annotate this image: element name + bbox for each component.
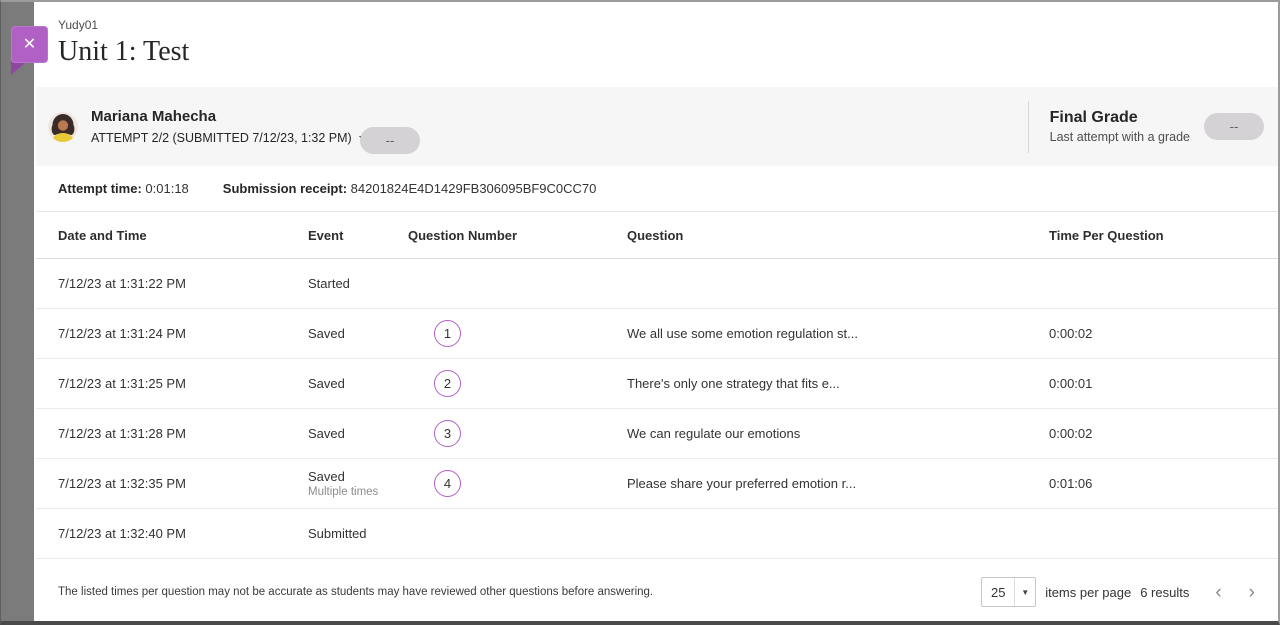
course-label: Yudy01 (58, 18, 1278, 32)
cell-time-per-question: 0:00:02 (1049, 426, 1262, 441)
bookmark-fold-icon (11, 62, 26, 75)
column-header-event: Event (308, 228, 408, 243)
cell-datetime: 7/12/23 at 1:31:22 PM (58, 276, 308, 291)
event-name: Submitted (308, 526, 408, 541)
cell-datetime: 7/12/23 at 1:31:24 PM (58, 326, 308, 341)
final-grade-label: Final Grade (1050, 109, 1190, 127)
student-name: Mariana Mahecha (91, 108, 367, 125)
table-row: 7/12/23 at 1:31:24 PMSaved 1 We all use so… (36, 309, 1278, 359)
submission-receipt-value: 84201824E4D1429FB306095BF9C0CC70 (351, 181, 597, 196)
cell-question-number: 1 (408, 320, 627, 347)
attempt-grade-pill[interactable]: -- (360, 127, 420, 154)
attempt-time-label: Attempt time: (58, 181, 142, 196)
cell-event: Submitted (308, 526, 408, 541)
final-grade-section: Final Grade Last attempt with a grade -- (1028, 101, 1266, 153)
table-row: 7/12/23 at 1:31:25 PMSaved 2 There's only … (36, 359, 1278, 409)
close-icon: ✕ (23, 37, 36, 53)
question-number-badge: 2 (434, 370, 461, 397)
disclaimer-text: The listed times per question may not be… (58, 586, 653, 598)
header: Yudy01 Unit 1: Test (36, 2, 1278, 87)
column-header-date: Date and Time (58, 228, 308, 243)
pagination: 25 ▼ items per page 6 results ‹ › (981, 577, 1264, 607)
event-name: Saved (308, 426, 408, 441)
close-panel-button[interactable]: ✕ (11, 26, 48, 63)
attempt-log-window: ✕ Yudy01 Unit 1: Test Mariana Mahecha (0, 0, 1280, 625)
cell-event: Saved (308, 426, 408, 441)
event-name: Saved (308, 469, 408, 484)
cell-question-number: 3 (408, 420, 627, 447)
question-number-badge: 1 (434, 320, 461, 347)
student-meta: Mariana Mahecha ATTEMPT 2/2 (SUBMITTED 7… (91, 108, 367, 145)
attempt-info-row: Attempt time: 0:01:18 Submission receipt… (36, 166, 1278, 212)
cell-datetime: 7/12/23 at 1:32:40 PM (58, 526, 308, 541)
results-count: 6 results (1140, 585, 1189, 600)
cell-event: Saved Multiple times (308, 469, 408, 498)
event-name: Saved (308, 376, 408, 391)
footer: The listed times per question may not be… (36, 559, 1278, 607)
cell-question-number: 4 (408, 470, 627, 497)
previous-page-button[interactable]: ‹ (1206, 583, 1230, 602)
question-number-badge: 4 (434, 470, 461, 497)
cell-question: There's only one strategy that fits e... (627, 376, 1049, 391)
table-row: 7/12/23 at 1:32:40 PMSubmitted (36, 509, 1278, 559)
table-row: 7/12/23 at 1:31:28 PMSaved 3 We can regula… (36, 409, 1278, 459)
event-name: Started (308, 276, 408, 291)
attempt-selector[interactable]: ATTEMPT 2/2 (SUBMITTED 7/12/23, 1:32 PM) (91, 131, 367, 145)
question-number-badge: 3 (434, 420, 461, 447)
table-body: 7/12/23 at 1:31:22 PMStarted7/12/23 at 1… (36, 259, 1278, 559)
items-per-page-label: items per page (1045, 585, 1131, 600)
cell-question: We can regulate our emotions (627, 426, 1049, 441)
page-title: Unit 1: Test (58, 36, 1278, 68)
table-row: 7/12/23 at 1:31:22 PMStarted (36, 259, 1278, 309)
final-grade-subtitle: Last attempt with a grade (1050, 130, 1190, 144)
cell-time-per-question: 0:01:06 (1049, 476, 1262, 491)
cell-time-per-question: 0:00:01 (1049, 376, 1262, 391)
submission-receipt: Submission receipt: 84201824E4D1429FB306… (223, 181, 597, 196)
cell-event: Saved (308, 326, 408, 341)
attempt-time-value: 0:01:18 (145, 181, 188, 196)
column-header-question-number: Question Number (408, 228, 627, 243)
avatar (48, 112, 78, 142)
cell-datetime: 7/12/23 at 1:31:28 PM (58, 426, 308, 441)
attempt-log-panel: Yudy01 Unit 1: Test Mariana Mahecha ATTE… (36, 2, 1278, 621)
cell-question: We all use some emotion regulation st... (627, 326, 1049, 341)
background-panel-edge (1, 2, 34, 621)
final-grade-pill[interactable]: -- (1204, 113, 1264, 140)
cell-time-per-question: 0:00:02 (1049, 326, 1262, 341)
student-bar: Mariana Mahecha ATTEMPT 2/2 (SUBMITTED 7… (36, 87, 1278, 166)
cell-question-number: 2 (408, 370, 627, 397)
cell-event: Started (308, 276, 408, 291)
attempt-label: ATTEMPT 2/2 (SUBMITTED 7/12/23, 1:32 PM) (91, 131, 352, 145)
chevron-down-icon: ▼ (1014, 578, 1035, 606)
cell-datetime: 7/12/23 at 1:31:25 PM (58, 376, 308, 391)
event-log-table: Date and Time Event Question Number Ques… (36, 212, 1278, 559)
table-header-row: Date and Time Event Question Number Ques… (36, 212, 1278, 259)
cell-datetime: 7/12/23 at 1:32:35 PM (58, 476, 308, 491)
final-grade-text: Final Grade Last attempt with a grade (1050, 109, 1190, 144)
event-subtext: Multiple times (308, 486, 408, 498)
event-name: Saved (308, 326, 408, 341)
next-page-button[interactable]: › (1240, 583, 1264, 602)
page-size-value: 25 (982, 578, 1014, 606)
table-row: 7/12/23 at 1:32:35 PMSaved Multiple times… (36, 459, 1278, 509)
column-header-question: Question (627, 228, 1049, 243)
page-size-select[interactable]: 25 ▼ (981, 577, 1036, 607)
column-header-time-per-question: Time Per Question (1049, 228, 1262, 243)
submission-receipt-label: Submission receipt: (223, 181, 347, 196)
cell-question: Please share your preferred emotion r... (627, 476, 1049, 491)
attempt-time: Attempt time: 0:01:18 (58, 181, 189, 196)
cell-event: Saved (308, 376, 408, 391)
